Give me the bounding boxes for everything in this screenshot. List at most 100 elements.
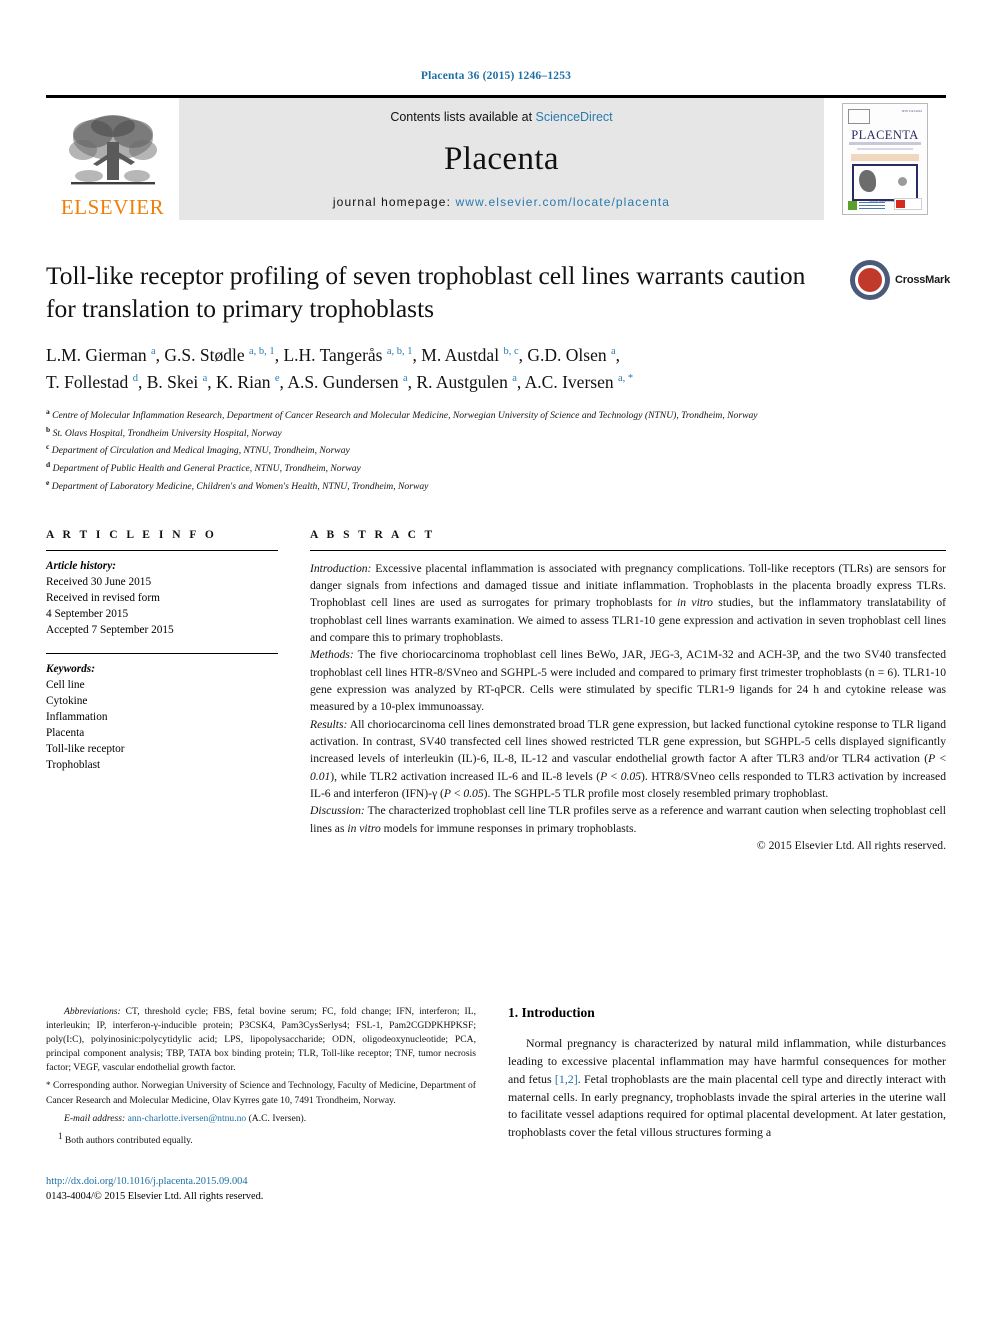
abstract-heading: A B S T R A C T (310, 528, 436, 541)
elsevier-tree-icon (68, 115, 157, 185)
keywords-label: Keywords: (46, 662, 95, 675)
running-head: Placenta 36 (2015) 1246–1253 (420, 70, 572, 82)
crossmark-icon (850, 260, 890, 300)
cover-issn: ISSN 0143-4004 (901, 110, 922, 113)
abstract-introduction-label: Introduction: (310, 561, 372, 575)
email-footnote: E-mail address: ann-charlotte.iversen@nt… (46, 1112, 476, 1126)
introduction-column: 1. Introduction Normal pregnancy is char… (508, 1005, 946, 1204)
introduction-body: Normal pregnancy is characterized by nat… (508, 1035, 946, 1142)
page-footer-columns: Abbreviations: CT, threshold cycle; FBS,… (46, 1005, 946, 1204)
keyword-item: Toll-like receptor (46, 742, 125, 755)
abstract-results-text: All choriocarcinoma cell lines demonstra… (310, 717, 946, 800)
journal-cover-thumbnail: ISSN 0143-4004 PLACENTA Official Journal… (842, 103, 928, 215)
article-info-rule (46, 549, 278, 551)
contents-list-line: Contents lists available at ScienceDirec… (390, 110, 612, 124)
abstract-methods-text: The five choriocarcinoma trophoblast cel… (310, 648, 946, 714)
abstract-copyright: © 2015 Elsevier Ltd. All rights reserved… (756, 838, 946, 852)
author-line-1: L.M. Gierman a, G.S. Stødle a, b, 1, L.H… (46, 345, 621, 366)
abbreviations-footnote: Abbreviations: CT, threshold cycle; FBS,… (46, 1005, 476, 1075)
history-line: Received in revised form (46, 591, 160, 604)
publication-info: http://dx.doi.org/10.1016/j.placenta.201… (46, 1174, 476, 1204)
affiliation-list: a Centre of Molecular Inflammation Resea… (46, 406, 846, 495)
equal-contribution-text: Both authors contributed equally. (62, 1134, 193, 1146)
crossmark-badge[interactable]: CrossMark (850, 254, 950, 306)
email-label: E-mail address: (64, 1112, 126, 1124)
publisher-logo: ELSEVIER (46, 98, 179, 220)
cover-badge-red-square (896, 200, 905, 208)
cover-micrograph-blob-small (898, 177, 907, 186)
cover-badge-text-lines (859, 202, 885, 209)
cover-journal-title: PLACENTA (851, 128, 919, 142)
cover-subtitle-bar (849, 142, 921, 145)
sciencedirect-link[interactable]: ScienceDirect (536, 110, 613, 124)
affiliation-item: c Department of Circulation and Medical … (46, 442, 350, 457)
keyword-item: Trophoblast (46, 758, 101, 771)
cover-highlight-strip (851, 154, 919, 161)
contents-prefix: Contents lists available at (390, 110, 536, 124)
introduction-paragraph: Normal pregnancy is characterized by nat… (508, 1036, 947, 1140)
doi-line: http://dx.doi.org/10.1016/j.placenta.201… (46, 1174, 476, 1189)
abstract-introduction-text: Excessive placental inflammation is asso… (310, 561, 946, 644)
journal-title: Placenta (444, 141, 559, 177)
cover-subtitle-bar-2 (857, 148, 913, 150)
history-line: Accepted 7 September 2015 (46, 623, 174, 636)
author-list: L.M. Gierman a, G.S. Stødle a, b, 1, L.H… (46, 342, 846, 395)
cover-micrograph-blob (859, 170, 876, 192)
abstract-discussion-text: The characterized trophoblast cell line … (310, 804, 946, 835)
keyword-item: Cell line (46, 678, 85, 691)
keyword-item: Cytokine (46, 694, 88, 707)
corresponding-author-footnote: * Corresponding author. Norwegian Univer… (46, 1079, 476, 1107)
paper-page: Placenta 36 (2015) 1246–1253 ELSEVIER Co… (0, 0, 992, 1323)
abstract-discussion: Discussion: The characterized trophoblas… (310, 802, 946, 837)
elsevier-wordmark: ELSEVIER (60, 195, 165, 219)
cover-image-frame (852, 164, 918, 201)
article-history-label: Article history: (46, 559, 116, 572)
keywords-list: Keywords: Cell line Cytokine Inflammatio… (46, 661, 278, 773)
abstract-column: A B S T R A C T Introduction: Excessive … (310, 529, 946, 855)
keyword-item: Inflammation (46, 710, 108, 723)
masthead-center: Contents lists available at ScienceDirec… (179, 98, 824, 220)
footnotes-block: Abbreviations: CT, threshold cycle; FBS,… (46, 1005, 476, 1148)
journal-homepage-link[interactable]: www.elsevier.com/locate/placenta (455, 195, 670, 209)
history-line: 4 September 2015 (46, 607, 129, 620)
abstract-methods-label: Methods: (310, 648, 354, 662)
abstract-results: Results: All choriocarcinoma cell lines … (310, 716, 946, 803)
cover-publisher-mark (848, 109, 870, 124)
homepage-prefix: journal homepage: (332, 195, 456, 209)
email-link[interactable]: ann-charlotte.iversen@ntnu.no (128, 1113, 247, 1124)
abstract-results-label: Results: (310, 717, 348, 731)
email-suffix: (A.C. Iversen). (246, 1112, 307, 1124)
affiliation-item: d Department of Public Health and Genera… (46, 460, 361, 475)
corresponding-author-text: Corresponding author. Norwegian Universi… (46, 1080, 476, 1106)
abstract-methods: Methods: The five choriocarcinoma tropho… (310, 646, 946, 715)
journal-masthead: ELSEVIER Contents lists available at Sci… (46, 95, 946, 220)
affiliation-item: b St. Olavs Hospital, Trondheim Universi… (46, 424, 282, 439)
doi-link[interactable]: http://dx.doi.org/10.1016/j.placenta.201… (46, 1176, 248, 1187)
history-line: Received 30 June 2015 (46, 575, 152, 588)
affiliation-item: a Centre of Molecular Inflammation Resea… (46, 406, 758, 421)
journal-homepage-line: journal homepage: www.elsevier.com/locat… (333, 195, 670, 209)
affiliation-item: e Department of Laboratory Medicine, Chi… (46, 477, 429, 492)
title-block: Toll-like receptor profiling of seven tr… (46, 260, 950, 325)
abstract-body: Introduction: Excessive placental inflam… (310, 560, 946, 855)
keyword-item: Placenta (46, 726, 85, 739)
equal-contribution-footnote: 1 Both authors contributed equally. (46, 1130, 476, 1148)
abstract-discussion-label: Discussion: (310, 804, 365, 818)
cover-badge-red (894, 198, 922, 210)
masthead-cover-slot: ISSN 0143-4004 PLACENTA Official Journal… (824, 98, 946, 220)
article-info-heading: A R T I C L E I N F O (46, 528, 217, 541)
article-history: Article history: Received 30 June 2015 R… (46, 558, 278, 638)
author-line-2: T. Follestad d, B. Skei a, K. Rian e, A.… (46, 371, 634, 392)
abstract-introduction: Introduction: Excessive placental inflam… (310, 560, 946, 647)
introduction-heading: 1. Introduction (508, 1005, 595, 1020)
info-abstract-row: A R T I C L E I N F O Article history: R… (46, 529, 946, 855)
abbreviations-label: Abbreviations: (64, 1006, 121, 1017)
keywords-block: Keywords: Cell line Cytokine Inflammatio… (46, 652, 278, 773)
footnotes-column: Abbreviations: CT, threshold cycle; FBS,… (46, 1005, 476, 1204)
page-title: Toll-like receptor profiling of seven tr… (46, 261, 806, 323)
crossmark-inner-dot (855, 265, 885, 295)
crossmark-label: CrossMark (895, 274, 951, 286)
abstract-rule (310, 549, 946, 551)
cover-badge-green (848, 201, 857, 210)
issn-copyright-line: 0143-4004/© 2015 Elsevier Ltd. All right… (46, 1191, 264, 1203)
